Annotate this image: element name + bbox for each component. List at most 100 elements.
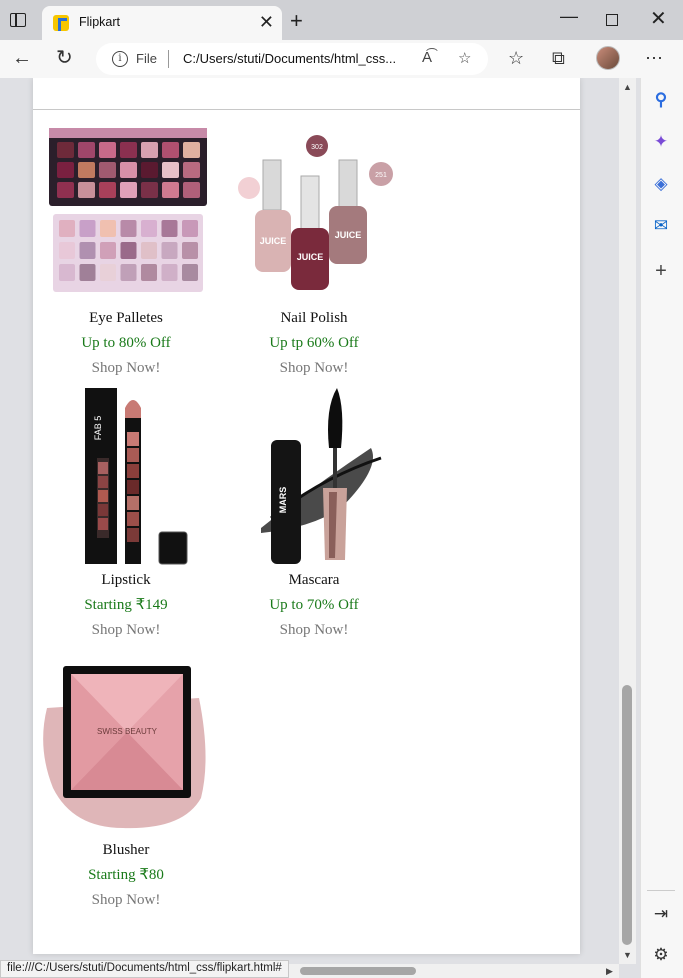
tab-close-icon[interactable]: ✕	[259, 13, 274, 31]
info-icon[interactable]: i	[112, 51, 128, 67]
back-arrow-icon[interactable]: ←	[12, 47, 32, 69]
eyeshadow-pan	[182, 220, 198, 237]
product-name: Mascara	[288, 572, 340, 588]
more-options-icon[interactable]: ⋯	[645, 47, 663, 69]
eyeshadow-pan	[57, 182, 74, 198]
horizontal-scroll-thumb[interactable]	[300, 967, 416, 975]
address-bar[interactable]: i File C:/Users/stuti/Documents/html_css…	[96, 43, 488, 75]
reload-icon[interactable]: ↻	[56, 47, 73, 69]
settings-icon[interactable]: ⚙	[650, 944, 672, 966]
product-name: Eye Palletes	[89, 310, 163, 326]
close-window-button[interactable]: ✕	[650, 6, 667, 31]
nail-polish-image[interactable]: 302 251 JUICE JUICE JUICE	[221, 126, 407, 306]
eyeshadow-pan	[182, 264, 198, 281]
product-card-nail-polish[interactable]: 302 251 JUICE JUICE JUICE Nail Polish Up…	[221, 126, 407, 381]
eyeshadow-pan	[183, 182, 200, 198]
vertical-scroll-thumb[interactable]	[622, 685, 632, 945]
fab5-label: FAB 5	[93, 416, 103, 441]
page-content: Eye Palletes Up to 80% Off Shop Now! 302…	[33, 78, 580, 954]
product-offer: Starting ₹80	[88, 867, 164, 883]
browser-tab[interactable]: Flipkart ✕	[42, 6, 282, 40]
vertical-scrollbar[interactable]: ▲ ▼	[619, 78, 636, 964]
new-tab-button[interactable]: +	[290, 10, 303, 32]
add-icon[interactable]: +	[650, 260, 672, 282]
browser-toolbar: ← ↻ i File C:/Users/stuti/Documents/html…	[0, 40, 683, 78]
edge-sidebar: ⚲ ✦ ◈ ✉ + ⇥ ⚙	[640, 78, 683, 978]
address-separator	[168, 50, 169, 68]
eyeshadow-pan	[120, 182, 137, 198]
eyeshadow-pan	[120, 142, 137, 158]
shop-now-link[interactable]: Shop Now!	[33, 888, 219, 913]
scroll-up-icon[interactable]: ▲	[623, 82, 632, 92]
eyeshadow-pan	[162, 162, 179, 178]
shop-now-link[interactable]: Shop Now!	[33, 618, 219, 643]
shade-label-251: 251	[375, 172, 387, 179]
eye-palette-image[interactable]	[33, 126, 219, 306]
mars-label: MARS	[278, 487, 288, 514]
product-offer: Up to 70% Off	[269, 597, 359, 613]
juice-label-left: JUICE	[260, 236, 287, 246]
maximize-button[interactable]	[606, 14, 618, 26]
search-icon[interactable]: ⚲	[650, 89, 672, 111]
read-aloud-icon[interactable]: A͡	[422, 49, 432, 66]
shop-now-link[interactable]: Shop Now!	[221, 356, 407, 381]
sidebar-divider	[647, 890, 675, 891]
eyeshadow-pan	[141, 242, 157, 259]
product-name: Lipstick	[101, 572, 151, 588]
eyeshadow-pan	[182, 242, 198, 259]
file-scheme-label: File	[136, 51, 157, 66]
shop-now-link[interactable]: Shop Now!	[33, 356, 219, 381]
eyeshadow-pan	[57, 162, 74, 178]
product-card-blusher[interactable]: SWISS BEAUTY Blusher Starting ₹80 Shop N…	[33, 658, 219, 913]
product-card-eye-palletes[interactable]: Eye Palletes Up to 80% Off Shop Now!	[33, 126, 219, 381]
title-bar: Flipkart ✕ + — ✕	[0, 0, 683, 40]
section-divider	[33, 109, 580, 110]
office-icon[interactable]: ◈	[650, 173, 672, 195]
eyeshadow-pan	[99, 162, 116, 178]
eyeshadow-pan	[141, 220, 157, 237]
tab-title: Flipkart	[79, 15, 120, 29]
product-name: Nail Polish	[280, 310, 348, 326]
eyeshadow-pan	[141, 142, 158, 158]
product-card-mascara[interactable]: MARS Mascara Up to 70% Off Shop Now!	[221, 388, 407, 643]
blusher-image[interactable]: SWISS BEAUTY	[33, 658, 219, 838]
eyeshadow-pan	[120, 264, 137, 281]
eyeshadow-pan	[59, 220, 75, 237]
eyeshadow-pan	[141, 264, 157, 281]
lipstick-image[interactable]: FAB 5	[33, 388, 219, 568]
scroll-down-icon[interactable]: ▼	[623, 950, 632, 960]
eyeshadow-pan	[78, 162, 95, 178]
product-offer: Up tp 60% Off	[269, 335, 359, 351]
profile-avatar[interactable]	[596, 46, 620, 70]
eyeshadow-pan	[59, 242, 75, 259]
add-favorite-icon[interactable]: ☆	[458, 49, 471, 67]
mascara-image[interactable]: MARS	[221, 388, 407, 568]
eyeshadow-pan	[183, 142, 200, 158]
window-menu-icon[interactable]	[10, 13, 26, 27]
minimize-button[interactable]: —	[560, 6, 578, 27]
juice-label-center: JUICE	[297, 252, 324, 262]
shop-now-link[interactable]: Shop Now!	[221, 618, 407, 643]
eyeshadow-pan	[120, 220, 137, 237]
shade-label-302: 302	[311, 144, 323, 151]
scroll-right-icon[interactable]: ▶	[606, 966, 613, 977]
eyeshadow-pan	[183, 162, 200, 178]
eyeshadow-pan	[162, 182, 179, 198]
eyeshadow-pan	[57, 142, 74, 158]
eyeshadow-pan	[59, 264, 75, 281]
eyeshadow-pan	[100, 242, 116, 259]
eyeshadow-pan	[79, 220, 96, 237]
eyeshadow-pan	[100, 220, 116, 237]
copilot-icon[interactable]: ✦	[650, 131, 672, 153]
outlook-icon[interactable]: ✉	[650, 215, 672, 237]
product-card-lipstick[interactable]: FAB 5 Lipstick Starting ₹149 Shop Now!	[33, 388, 219, 643]
address-url[interactable]: C:/Users/stuti/Documents/html_css...	[183, 51, 396, 66]
flipkart-favicon-icon	[53, 15, 69, 31]
status-bar-url: file:///C:/Users/stuti/Documents/html_cs…	[0, 960, 289, 978]
collections-icon[interactable]: ⧉	[552, 47, 565, 69]
eyeshadow-pan	[78, 142, 95, 158]
split-screen-icon[interactable]: ⇥	[650, 903, 672, 925]
favorites-icon[interactable]: ☆	[508, 47, 524, 69]
product-offer: Starting ₹149	[84, 597, 168, 613]
eyeshadow-pan	[161, 242, 178, 259]
